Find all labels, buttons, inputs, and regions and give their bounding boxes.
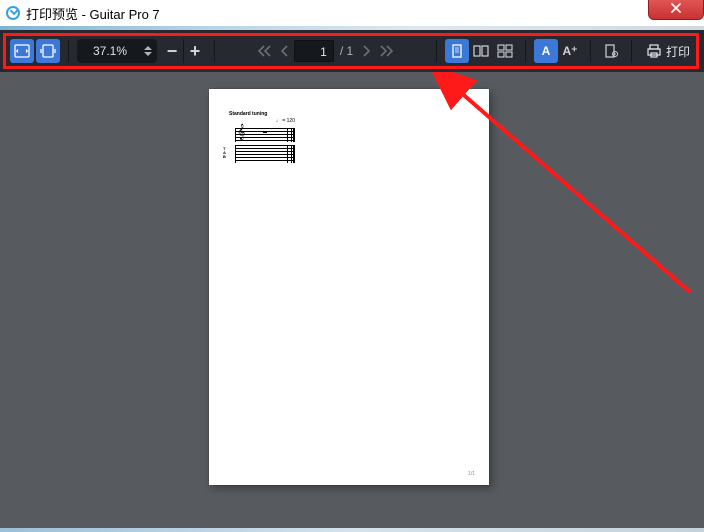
score-content: Standard tuning ♩ = 120 𝄞 T A <box>229 111 295 163</box>
facing-pages-icon <box>473 44 489 58</box>
page-total-label: / 1 <box>340 44 353 58</box>
toolbar-container: 37.1% − + 1 / 1 <box>0 30 704 72</box>
close-button[interactable] <box>648 0 704 20</box>
zoom-value: 37.1% <box>79 44 141 58</box>
chevron-left-icon <box>279 45 289 57</box>
titlebar: 打印预览 - Guitar Pro 7 <box>0 0 704 26</box>
zoom-stepper[interactable] <box>141 41 155 61</box>
font-size-a-button[interactable]: A <box>534 39 558 63</box>
fit-page-button[interactable] <box>36 39 60 63</box>
zoom-level-select[interactable]: 37.1% <box>77 39 157 63</box>
printer-icon <box>646 44 662 58</box>
single-page-icon <box>450 44 464 58</box>
toolbar: 37.1% − + 1 / 1 <box>0 30 704 72</box>
page-number-input[interactable]: 1 <box>294 40 334 62</box>
tab-label: T A B <box>223 147 226 159</box>
fit-width-button[interactable] <box>10 39 34 63</box>
prev-page-button[interactable] <box>274 39 294 63</box>
tab-staff: T A B <box>229 145 295 163</box>
first-page-button[interactable] <box>254 39 274 63</box>
notation-staff: 𝄞 <box>229 126 295 140</box>
print-label: 打印 <box>666 43 690 60</box>
page-setup-icon <box>603 44 619 58</box>
separator <box>590 40 591 62</box>
preview-page: Standard tuning ♩ = 120 𝄞 T A <box>209 89 489 485</box>
zoom-out-button[interactable]: − <box>161 39 183 63</box>
tuning-label: Standard tuning <box>229 111 295 117</box>
separator <box>631 40 632 62</box>
chevrons-right-icon <box>380 45 394 57</box>
separator <box>525 40 526 62</box>
preview-area[interactable]: Standard tuning ♩ = 120 𝄞 T A <box>0 72 704 528</box>
close-icon <box>670 3 682 13</box>
zoom-in-button[interactable]: + <box>183 39 206 63</box>
zoom-plus-minus: − + <box>161 39 206 63</box>
app-icon <box>6 6 20 20</box>
separator <box>214 40 215 62</box>
window-title: 打印预览 - Guitar Pro 7 <box>26 4 160 23</box>
chevron-down-icon <box>144 52 152 56</box>
page-setup-button[interactable] <box>599 39 623 63</box>
view-grid-button[interactable] <box>493 39 517 63</box>
chevrons-left-icon <box>257 45 271 57</box>
chevron-up-icon <box>144 46 152 50</box>
view-facing-pages-button[interactable] <box>469 39 493 63</box>
view-single-page-button[interactable] <box>445 39 469 63</box>
font-size-a-plus-button[interactable]: A⁺ <box>558 39 582 63</box>
grid-pages-icon <box>497 44 513 58</box>
fit-width-icon <box>14 44 30 58</box>
rest-icon <box>263 131 267 133</box>
separator <box>68 40 69 62</box>
last-page-button[interactable] <box>377 39 397 63</box>
window-glass-stripe-bottom <box>0 528 704 532</box>
separator <box>436 40 437 62</box>
page-footer-number: 1/1 <box>468 471 475 477</box>
next-page-button[interactable] <box>357 39 377 63</box>
chevron-right-icon <box>362 45 372 57</box>
print-button[interactable]: 打印 <box>640 38 696 64</box>
fit-page-icon <box>40 44 56 58</box>
